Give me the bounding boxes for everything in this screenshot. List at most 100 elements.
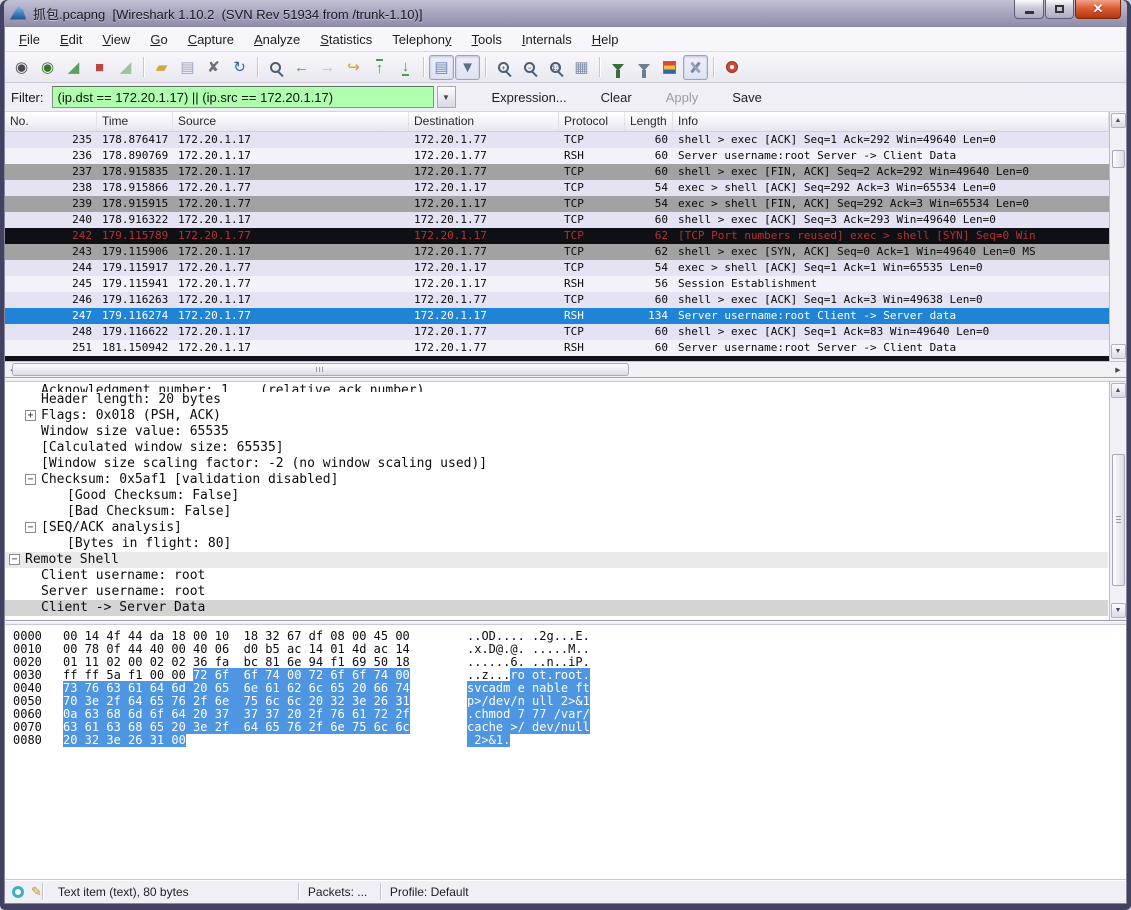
- zoom-100-icon[interactable]: 1:1: [543, 55, 568, 80]
- reload-capture-icon[interactable]: ↻: [227, 55, 252, 80]
- zoom-out-icon[interactable]: −: [517, 55, 542, 80]
- detail-vscrollbar[interactable]: ▲ ▼: [1109, 382, 1126, 620]
- detail-line-10[interactable]: [Bytes in flight: 80]: [5, 536, 1108, 552]
- go-to-bottom-icon[interactable]: ↓: [393, 55, 418, 80]
- detail-line-12[interactable]: Client username: root: [5, 568, 1108, 584]
- maximize-button[interactable]: [1045, 0, 1074, 19]
- menu-item-statistics[interactable]: Statistics: [310, 28, 382, 51]
- detail-line-13[interactable]: Server username: root: [5, 584, 1108, 600]
- menu-item-help[interactable]: Help: [582, 28, 629, 51]
- scroll-right-button[interactable]: ▶: [1111, 363, 1125, 376]
- packet-row-246[interactable]: 246179.116263172.20.1.17172.20.1.77TCP60…: [5, 292, 1126, 308]
- stop-capture-icon[interactable]: ■: [87, 55, 112, 80]
- status-profile[interactable]: Profile: Default: [382, 885, 477, 899]
- packet-row-251[interactable]: 251181.150942172.20.1.17172.20.1.77RSH60…: [5, 340, 1126, 356]
- capture-comment-icon[interactable]: ✎: [31, 884, 42, 900]
- detail-line-6[interactable]: −Checksum: 0x5af1 [validation disabled]: [5, 472, 1108, 488]
- find-packet-icon[interactable]: [263, 55, 288, 80]
- column-header-time[interactable]: Time: [97, 112, 173, 131]
- vscroll-thumb[interactable]: [1112, 150, 1125, 168]
- menu-item-telephony[interactable]: Telephony: [382, 28, 461, 51]
- detail-line-0[interactable]: Acknowledgment number: 1 (relative ack n…: [5, 383, 1108, 392]
- packet-row-243[interactable]: 243179.115906172.20.1.17172.20.1.77TCP62…: [5, 244, 1126, 260]
- collapse-toggle-icon[interactable]: −: [9, 554, 20, 565]
- packet-row-247[interactable]: 247179.116274172.20.1.77172.20.1.17RSH13…: [5, 308, 1126, 324]
- detail-line-2[interactable]: +Flags: 0x018 (PSH, ACK): [5, 408, 1108, 424]
- column-header-no[interactable]: No.: [5, 112, 97, 131]
- packet-row-238[interactable]: 238178.915866172.20.1.77172.20.1.17TCP54…: [5, 180, 1126, 196]
- filter-save-button[interactable]: Save: [728, 87, 766, 108]
- column-header-info[interactable]: Info: [673, 112, 1109, 131]
- resize-columns-icon[interactable]: ▦: [569, 55, 594, 80]
- detail-line-14[interactable]: Client -> Server Data: [5, 600, 1108, 616]
- filter-expression-button[interactable]: Expression...: [488, 87, 571, 108]
- display-filter-icon[interactable]: [631, 55, 656, 80]
- column-header-dst[interactable]: Destination: [409, 112, 559, 131]
- packet-row-242[interactable]: 242179.115789172.20.1.77172.20.1.17TCP62…: [5, 228, 1126, 244]
- open-capture-icon[interactable]: ▰: [149, 55, 174, 80]
- list-interfaces-icon[interactable]: ◉: [9, 55, 34, 80]
- wireshark-logo-icon[interactable]: [10, 7, 26, 20]
- packet-row-244[interactable]: 244179.115917172.20.1.77172.20.1.17TCP54…: [5, 260, 1126, 276]
- packet-list-hscrollbar[interactable]: ◀ ▶: [5, 361, 1126, 377]
- help-icon[interactable]: [719, 55, 744, 80]
- start-capture-icon[interactable]: ◢: [61, 55, 86, 80]
- expand-toggle-icon[interactable]: +: [25, 410, 36, 421]
- packet-row-236[interactable]: 236178.890769172.20.1.17172.20.1.77RSH60…: [5, 148, 1126, 164]
- menu-item-internals[interactable]: Internals: [512, 28, 582, 51]
- restart-capture-icon[interactable]: ◢: [113, 55, 138, 80]
- go-to-top-icon[interactable]: ↑: [367, 55, 392, 80]
- display-filter-input[interactable]: [52, 86, 434, 108]
- packet-row-245[interactable]: 245179.115941172.20.1.77172.20.1.17RSH56…: [5, 276, 1126, 292]
- menu-item-tools[interactable]: Tools: [462, 28, 512, 51]
- packet-row-239[interactable]: 239178.915915172.20.1.77172.20.1.17TCP54…: [5, 196, 1126, 212]
- scroll-up-button[interactable]: ▲: [1111, 113, 1126, 128]
- detail-line-8[interactable]: [Bad Checksum: False]: [5, 504, 1108, 520]
- vscroll-thumb[interactable]: [1112, 454, 1125, 586]
- scroll-up-button[interactable]: ▲: [1111, 383, 1126, 398]
- expert-info-icon[interactable]: [12, 886, 24, 898]
- packet-list-vscrollbar[interactable]: ▲ ▼: [1109, 112, 1126, 361]
- menu-item-edit[interactable]: Edit: [50, 28, 92, 51]
- filter-clear-button[interactable]: Clear: [597, 87, 636, 108]
- column-header-len[interactable]: Length: [625, 112, 673, 131]
- colorize-packets-toggle-icon[interactable]: ▤: [429, 55, 454, 80]
- packet-row-235[interactable]: 235178.876417172.20.1.17172.20.1.77TCP60…: [5, 132, 1126, 148]
- collapse-toggle-icon[interactable]: −: [25, 522, 36, 533]
- detail-line-11[interactable]: −Remote Shell: [5, 552, 1108, 568]
- detail-line-5[interactable]: [Window size scaling factor: -2 (no wind…: [5, 456, 1108, 472]
- detail-line-1[interactable]: Header length: 20 bytes: [5, 392, 1108, 408]
- hex-line-0080[interactable]: 008020 32 3e 26 31 00 2>&1.: [5, 734, 1126, 747]
- hscroll-thumb[interactable]: [12, 363, 629, 376]
- menu-item-file[interactable]: File: [9, 28, 50, 51]
- zoom-in-icon[interactable]: +: [491, 55, 516, 80]
- menu-item-go[interactable]: Go: [140, 28, 177, 51]
- minimize-button[interactable]: [1014, 0, 1044, 19]
- scroll-down-button[interactable]: ▼: [1111, 344, 1126, 359]
- detail-line-7[interactable]: [Good Checksum: False]: [5, 488, 1108, 504]
- menu-item-capture[interactable]: Capture: [178, 28, 244, 51]
- detail-line-3[interactable]: Window size value: 65535: [5, 424, 1108, 440]
- preferences-icon[interactable]: [683, 55, 708, 80]
- capture-filter-icon[interactable]: [605, 55, 630, 80]
- detail-line-4[interactable]: [Calculated window size: 65535]: [5, 440, 1108, 456]
- autoscroll-toggle-icon[interactable]: ▼: [455, 55, 480, 80]
- packet-row-237[interactable]: 237178.915835172.20.1.17172.20.1.77TCP60…: [5, 164, 1126, 180]
- menu-item-analyze[interactable]: Analyze: [244, 28, 310, 51]
- detail-line-9[interactable]: −[SEQ/ACK analysis]: [5, 520, 1108, 536]
- close-button[interactable]: ✕: [1075, 0, 1121, 19]
- packet-row-240[interactable]: 240178.916322172.20.1.17172.20.1.77TCP60…: [5, 212, 1126, 228]
- capture-options-icon[interactable]: ◉: [35, 55, 60, 80]
- collapse-toggle-icon[interactable]: −: [25, 474, 36, 485]
- scroll-down-button[interactable]: ▼: [1111, 603, 1126, 618]
- go-back-icon[interactable]: ←: [289, 55, 314, 80]
- column-header-proto[interactable]: Protocol: [559, 112, 625, 131]
- save-capture-icon[interactable]: ▤: [175, 55, 200, 80]
- go-forward-icon[interactable]: →: [315, 55, 340, 80]
- close-capture-icon[interactable]: ✘: [201, 55, 226, 80]
- coloring-rules-icon[interactable]: [657, 55, 682, 80]
- go-to-packet-icon[interactable]: ↪: [341, 55, 366, 80]
- filter-dropdown-button[interactable]: ▼: [437, 86, 456, 108]
- title-bar[interactable]: 抓包.pcapng [Wireshark 1.10.2 (SVN Rev 519…: [4, 0, 1127, 26]
- packet-row-248[interactable]: 248179.116622172.20.1.17172.20.1.77TCP60…: [5, 324, 1126, 340]
